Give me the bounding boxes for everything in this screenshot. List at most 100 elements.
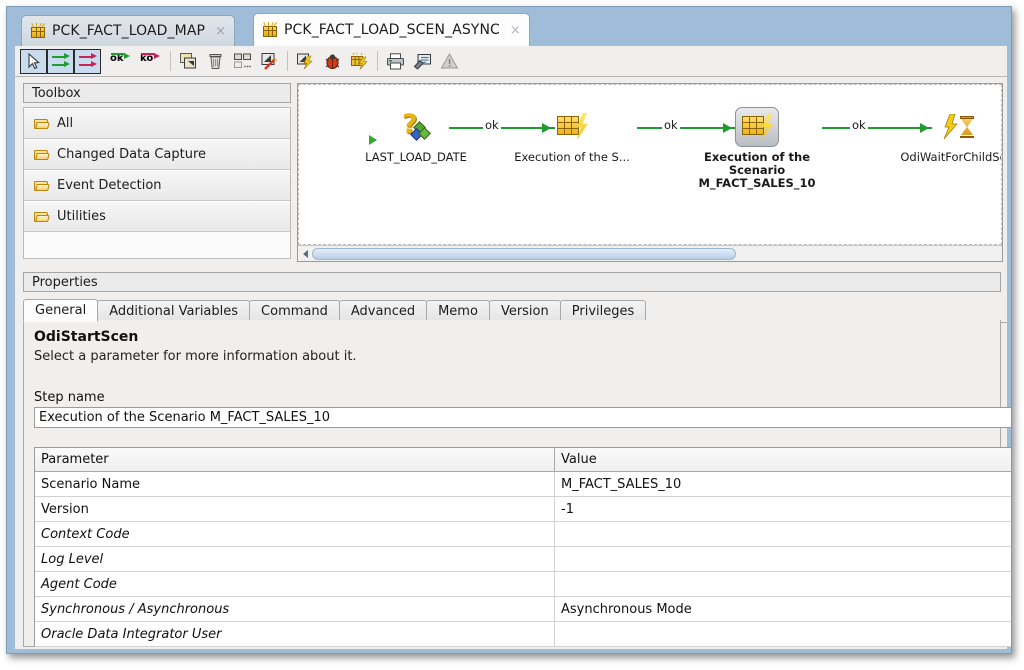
next-step-on-failure-tool-button[interactable] [74, 48, 101, 74]
properties-section: Properties General Additional Variables … [15, 268, 1011, 649]
arrange-button[interactable] [229, 49, 256, 74]
ok-link-tool-button[interactable]: ok [106, 49, 136, 74]
tab-label: Memo [438, 304, 478, 319]
bug-icon [323, 52, 342, 71]
cell-value[interactable]: -1 [555, 497, 1011, 521]
package-icon [262, 21, 278, 38]
cell-value[interactable] [555, 547, 1011, 571]
diagram-node-execution-of-the-scenario-m-fact-sales-10[interactable]: Execution of the Scenario M_FACT_SALES_1… [677, 107, 837, 190]
cell-parameter: Synchronous / Asynchronous [35, 597, 555, 621]
tab-additional-variables[interactable]: Additional Variables [97, 300, 251, 322]
generate-scenario-button[interactable] [346, 49, 373, 74]
tab-general[interactable]: General [23, 299, 99, 322]
execute-button[interactable] [292, 49, 319, 74]
red-double-arrow-icon [78, 53, 97, 69]
close-icon[interactable]: × [213, 24, 228, 39]
cell-parameter: Log Level [35, 547, 555, 571]
tab-privileges[interactable]: Privileges [559, 300, 647, 322]
editor-main-area: Toolbox All Changed Data Capture Event D… [15, 77, 1007, 268]
table-row[interactable]: Context Code [35, 522, 1011, 547]
diagram-horizontal-scrollbar[interactable] [298, 245, 1002, 261]
node-icon-slot [677, 107, 837, 147]
cell-parameter: Context Code [35, 522, 555, 546]
page-title: OdiStartScen [34, 329, 139, 345]
table-row[interactable]: Synchronous / Asynchronous Asynchronous … [35, 597, 1011, 622]
package-icon [30, 22, 46, 39]
toolbox-item-utilities[interactable]: Utilities [24, 201, 290, 232]
select-tool-button[interactable] [20, 48, 47, 74]
page-subtitle: Select a parameter for more information … [34, 349, 357, 364]
next-step-on-success-tool-button[interactable] [47, 48, 74, 74]
properties-button[interactable] [409, 49, 436, 74]
toolbox-item-event-detection[interactable]: Event Detection [24, 170, 290, 201]
duplicate-icon [179, 52, 198, 71]
package-diagram-panel: ? LAST_LOAD_DATE ok Execution of the S..… [297, 83, 1003, 262]
tab-advanced[interactable]: Advanced [338, 300, 428, 322]
ko-arrow-icon: ko [140, 52, 162, 71]
step-name-input[interactable]: Execution of the Scenario M_FACT_SALES_1… [34, 407, 1011, 428]
table-row[interactable]: Oracle Data Integrator User [35, 622, 1011, 647]
cell-value[interactable] [555, 622, 1011, 646]
tab-command[interactable]: Command [249, 300, 340, 322]
debug-button[interactable] [319, 49, 346, 74]
tab-label: Version [500, 304, 549, 319]
green-play-icon [369, 135, 377, 145]
connector-label: ok [850, 118, 868, 132]
cell-parameter: Agent Code [35, 572, 555, 596]
scrollbar-track[interactable] [736, 246, 1002, 262]
node-label: Execution of the S... [514, 150, 630, 164]
table-row[interactable]: Log Level [35, 547, 1011, 572]
edit-button[interactable] [256, 49, 283, 74]
cell-parameter: Oracle Data Integrator User [35, 622, 555, 646]
table-row[interactable]: Agent Code [35, 572, 1011, 597]
folder-icon [34, 211, 50, 223]
toolbox-item-label: Event Detection [57, 178, 162, 193]
diagram-node-execution-of-the-s[interactable]: Execution of the S... [492, 107, 652, 164]
cell-parameter: Scenario Name [35, 472, 555, 496]
document-tab-pck-fact-load-scen-async[interactable]: PCK_FACT_LOAD_SCEN_ASYNC × [253, 13, 530, 46]
scrollbar-thumb[interactable] [312, 247, 736, 260]
column-header-parameter: Parameter [35, 448, 555, 471]
green-double-arrow-icon [51, 53, 70, 69]
ko-link-tool-button[interactable]: ko [136, 49, 166, 74]
window-client-area: PCK_FACT_LOAD_MAP × PCK_FACT_LOAD_SCEN_A… [15, 7, 1011, 649]
tab-memo[interactable]: Memo [426, 300, 490, 322]
execute-lightning-icon [296, 52, 315, 71]
package-toolbar: ok ko [15, 46, 1007, 77]
print-button[interactable] [382, 49, 409, 74]
document-tab-pck-fact-load-map[interactable]: PCK_FACT_LOAD_MAP × [21, 15, 235, 46]
tab-version[interactable]: Version [488, 300, 561, 322]
warning-button[interactable] [436, 49, 463, 74]
toolbox-item-label: Utilities [57, 209, 106, 224]
node-icon-slot [492, 107, 652, 147]
close-icon[interactable]: × [508, 23, 523, 38]
edit-pencil-icon [260, 52, 279, 71]
toolbox-item-all[interactable]: All [24, 108, 290, 139]
variable-icon: ? [400, 109, 432, 142]
parameter-table: Parameter Value Scenario Name M_FACT_SAL… [34, 447, 1011, 647]
table-row[interactable]: Scenario Name M_FACT_SALES_10 [35, 472, 1011, 497]
step-name-label: Step name [34, 390, 105, 405]
cell-value[interactable]: Asynchronous Mode [555, 597, 1011, 621]
node-icon-slot [879, 107, 1001, 147]
cell-value[interactable] [555, 572, 1011, 596]
folder-icon [34, 180, 50, 192]
wait-hourglass-icon [942, 113, 976, 141]
tab-row-filler [645, 300, 999, 322]
cell-value[interactable]: M_FACT_SALES_10 [555, 472, 1011, 496]
document-tab-label: PCK_FACT_LOAD_MAP [52, 23, 206, 39]
properties-title: Properties [23, 272, 1001, 292]
diagram-node-last-load-date[interactable]: ? LAST_LOAD_DATE [351, 107, 481, 164]
table-row[interactable]: Version -1 [35, 497, 1011, 522]
arrange-layout-icon [233, 52, 252, 71]
toolbox-item-changed-data-capture[interactable]: Changed Data Capture [24, 139, 290, 170]
properties-icon [413, 52, 432, 71]
tab-label: Command [261, 304, 328, 319]
delete-button[interactable] [202, 49, 229, 74]
duplicate-button[interactable] [175, 49, 202, 74]
package-diagram-canvas[interactable]: ? LAST_LOAD_DATE ok Execution of the S..… [298, 84, 1002, 245]
cursor-arrow-icon [24, 52, 43, 71]
scroll-left-button[interactable] [298, 246, 312, 262]
diagram-node-odi-wait-for-child-se[interactable]: OdiWaitForChildSe... [879, 107, 1001, 164]
cell-value[interactable] [555, 522, 1011, 546]
